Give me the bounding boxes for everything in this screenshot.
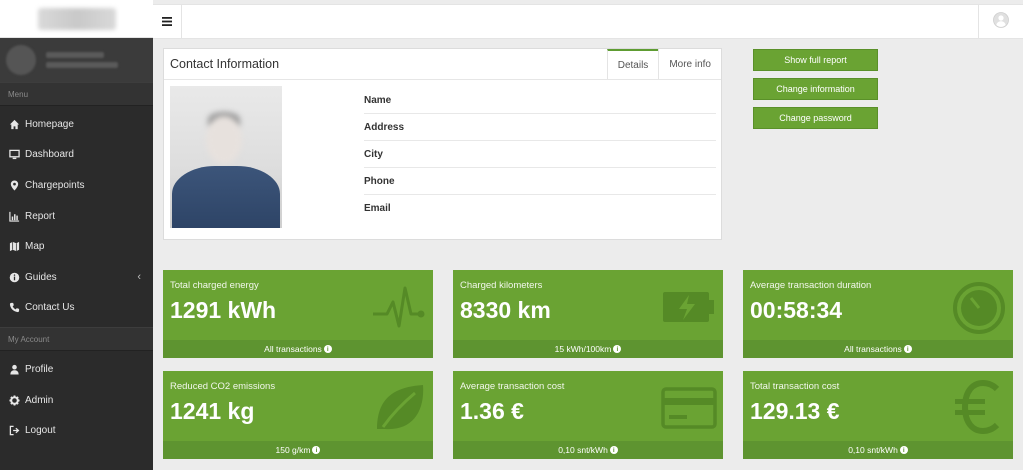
stat-footer: 15 kWh/100km i — [453, 340, 723, 358]
contact-details-table: Name Address City Phone Email — [364, 87, 716, 222]
stat-tile-average-transaction-duration: Average transaction duration 00:58:34 Al… — [743, 270, 1013, 358]
stat-label: Reduced CO2 emissions — [170, 381, 276, 392]
credit-card-icon — [661, 379, 717, 435]
stat-label: Average transaction cost — [460, 381, 565, 392]
stopwatch-icon — [951, 278, 1007, 334]
stat-footer: 150 g/km i — [163, 441, 433, 459]
info-row-name: Name — [364, 87, 716, 114]
user-avatar-icon — [993, 12, 1009, 31]
email-label: Email — [364, 203, 391, 214]
sidebar-item-report[interactable]: Report — [0, 201, 153, 232]
euro-icon — [951, 379, 1007, 435]
sidebar-item-profile[interactable]: Profile — [0, 354, 153, 385]
sidebar-item-label: Chargepoints — [25, 179, 85, 191]
stat-tile-reduced-co2-emissions: Reduced CO2 emissions 1241 kg 150 g/km i — [163, 371, 433, 459]
sidebar-item-guides[interactable]: Guides ‹ — [0, 262, 153, 293]
map-icon — [9, 241, 20, 252]
sidebar-item-label: Profile — [25, 363, 54, 375]
tab-more-info[interactable]: More info — [658, 49, 721, 80]
city-label: City — [364, 148, 383, 160]
contact-tabs: Details More info — [606, 49, 721, 80]
sidebar-item-homepage[interactable]: Homepage — [0, 109, 153, 140]
info-icon[interactable]: i — [613, 345, 622, 353]
avatar — [6, 45, 36, 75]
tab-details[interactable]: Details — [606, 49, 659, 80]
sidebar-item-logout[interactable]: Logout — [0, 415, 153, 446]
stat-value: 1241 kg — [170, 398, 255, 424]
top-navbar — [153, 4, 1023, 39]
show-full-report-button[interactable]: Show full report — [753, 49, 878, 71]
sidebar-item-map[interactable]: Map — [0, 231, 153, 262]
stat-value: 00:58:34 — [750, 297, 843, 323]
cog-icon — [9, 395, 20, 406]
change-password-button[interactable]: Change password — [753, 107, 878, 129]
stat-value: 8330 km — [460, 297, 551, 323]
sidebar-item-label: Map — [25, 241, 45, 253]
sidebar-item-label: Report — [25, 210, 56, 222]
sidebar-item-label: Logout — [25, 425, 56, 437]
stat-value: 1.36 € — [460, 398, 524, 424]
sidebar-user-profile — [0, 38, 153, 82]
map-marker-icon — [9, 180, 20, 191]
home-icon — [9, 119, 20, 130]
chevron-left-icon: ‹ — [137, 271, 141, 284]
sidebar-item-chargepoints[interactable]: Chargepoints — [0, 170, 153, 201]
stat-footer: 0,10 snt/kWh i — [743, 441, 1013, 459]
stat-label: Total charged energy — [170, 280, 259, 291]
bar-chart-icon — [9, 211, 20, 222]
phone-label: Phone — [364, 175, 395, 187]
stat-label: Charged kilometers — [460, 280, 543, 291]
info-icon[interactable]: i — [323, 345, 332, 353]
stat-label: Total transaction cost — [750, 381, 840, 392]
info-icon[interactable]: i — [899, 446, 908, 454]
sidebar-item-dashboard[interactable]: Dashboard — [0, 140, 153, 171]
info-icon[interactable]: i — [312, 446, 321, 454]
stat-footer: All transactions i — [743, 340, 1013, 358]
info-row-phone: Phone — [364, 168, 716, 195]
info-circle-icon — [9, 272, 20, 283]
account-section-label: My Account — [0, 327, 153, 352]
menu-section-label: Menu — [0, 82, 153, 106]
name-label: Name — [364, 94, 392, 106]
info-row-address: Address — [364, 114, 716, 141]
leaf-icon — [371, 379, 427, 435]
sign-out-icon — [9, 425, 20, 436]
sidebar-item-admin[interactable]: Admin — [0, 385, 153, 416]
info-row-city: City — [364, 141, 716, 168]
profile-photo — [170, 86, 282, 228]
sidebar-item-label: Contact Us — [25, 302, 75, 314]
sidebar-item-label: Dashboard — [25, 149, 74, 161]
user-menu-button[interactable] — [978, 5, 1023, 38]
hamburger-menu-button[interactable] — [153, 5, 182, 38]
stat-tile-total-transaction-cost: Total transaction cost 129.13 € 0,10 snt… — [743, 371, 1013, 459]
stat-value: 129.13 € — [750, 398, 840, 424]
contact-information-card: Contact Information Details More info Na… — [163, 48, 722, 240]
stat-footer: All transactions i — [163, 340, 433, 358]
stat-value: 1291 kWh — [170, 297, 277, 323]
address-label: Address — [364, 121, 405, 133]
hamburger-icon — [162, 15, 172, 29]
sidebar: Menu Homepage Dashboard Chargepoints Rep… — [0, 0, 153, 470]
stat-tile-total-charged-energy: Total charged energy 1291 kWh All transa… — [163, 270, 433, 358]
battery-charging-icon — [661, 278, 717, 334]
stat-footer: 0,10 snt/kWh i — [453, 441, 723, 459]
sidebar-item-label: Admin — [25, 394, 54, 406]
phone-icon — [9, 302, 20, 313]
sidebar-item-contact-us[interactable]: Contact Us — [0, 293, 153, 324]
info-icon[interactable]: i — [903, 345, 912, 353]
heartbeat-icon — [371, 278, 427, 334]
stat-tile-charged-kilometers: Charged kilometers 8330 km 15 kWh/100km i — [453, 270, 723, 358]
app-logo[interactable] — [0, 0, 153, 38]
info-row-email: Email — [364, 195, 716, 222]
info-icon[interactable]: i — [609, 446, 618, 454]
user-icon — [9, 364, 20, 375]
desktop-icon — [9, 149, 20, 160]
change-information-button[interactable]: Change information — [753, 78, 878, 100]
sidebar-item-label: Homepage — [25, 118, 74, 130]
card-title: Contact Information — [170, 57, 280, 71]
stat-label: Average transaction duration — [750, 280, 872, 291]
card-divider — [164, 79, 721, 80]
sidebar-item-label: Guides — [25, 271, 57, 283]
stat-tile-average-transaction-cost: Average transaction cost 1.36 € 0,10 snt… — [453, 371, 723, 459]
